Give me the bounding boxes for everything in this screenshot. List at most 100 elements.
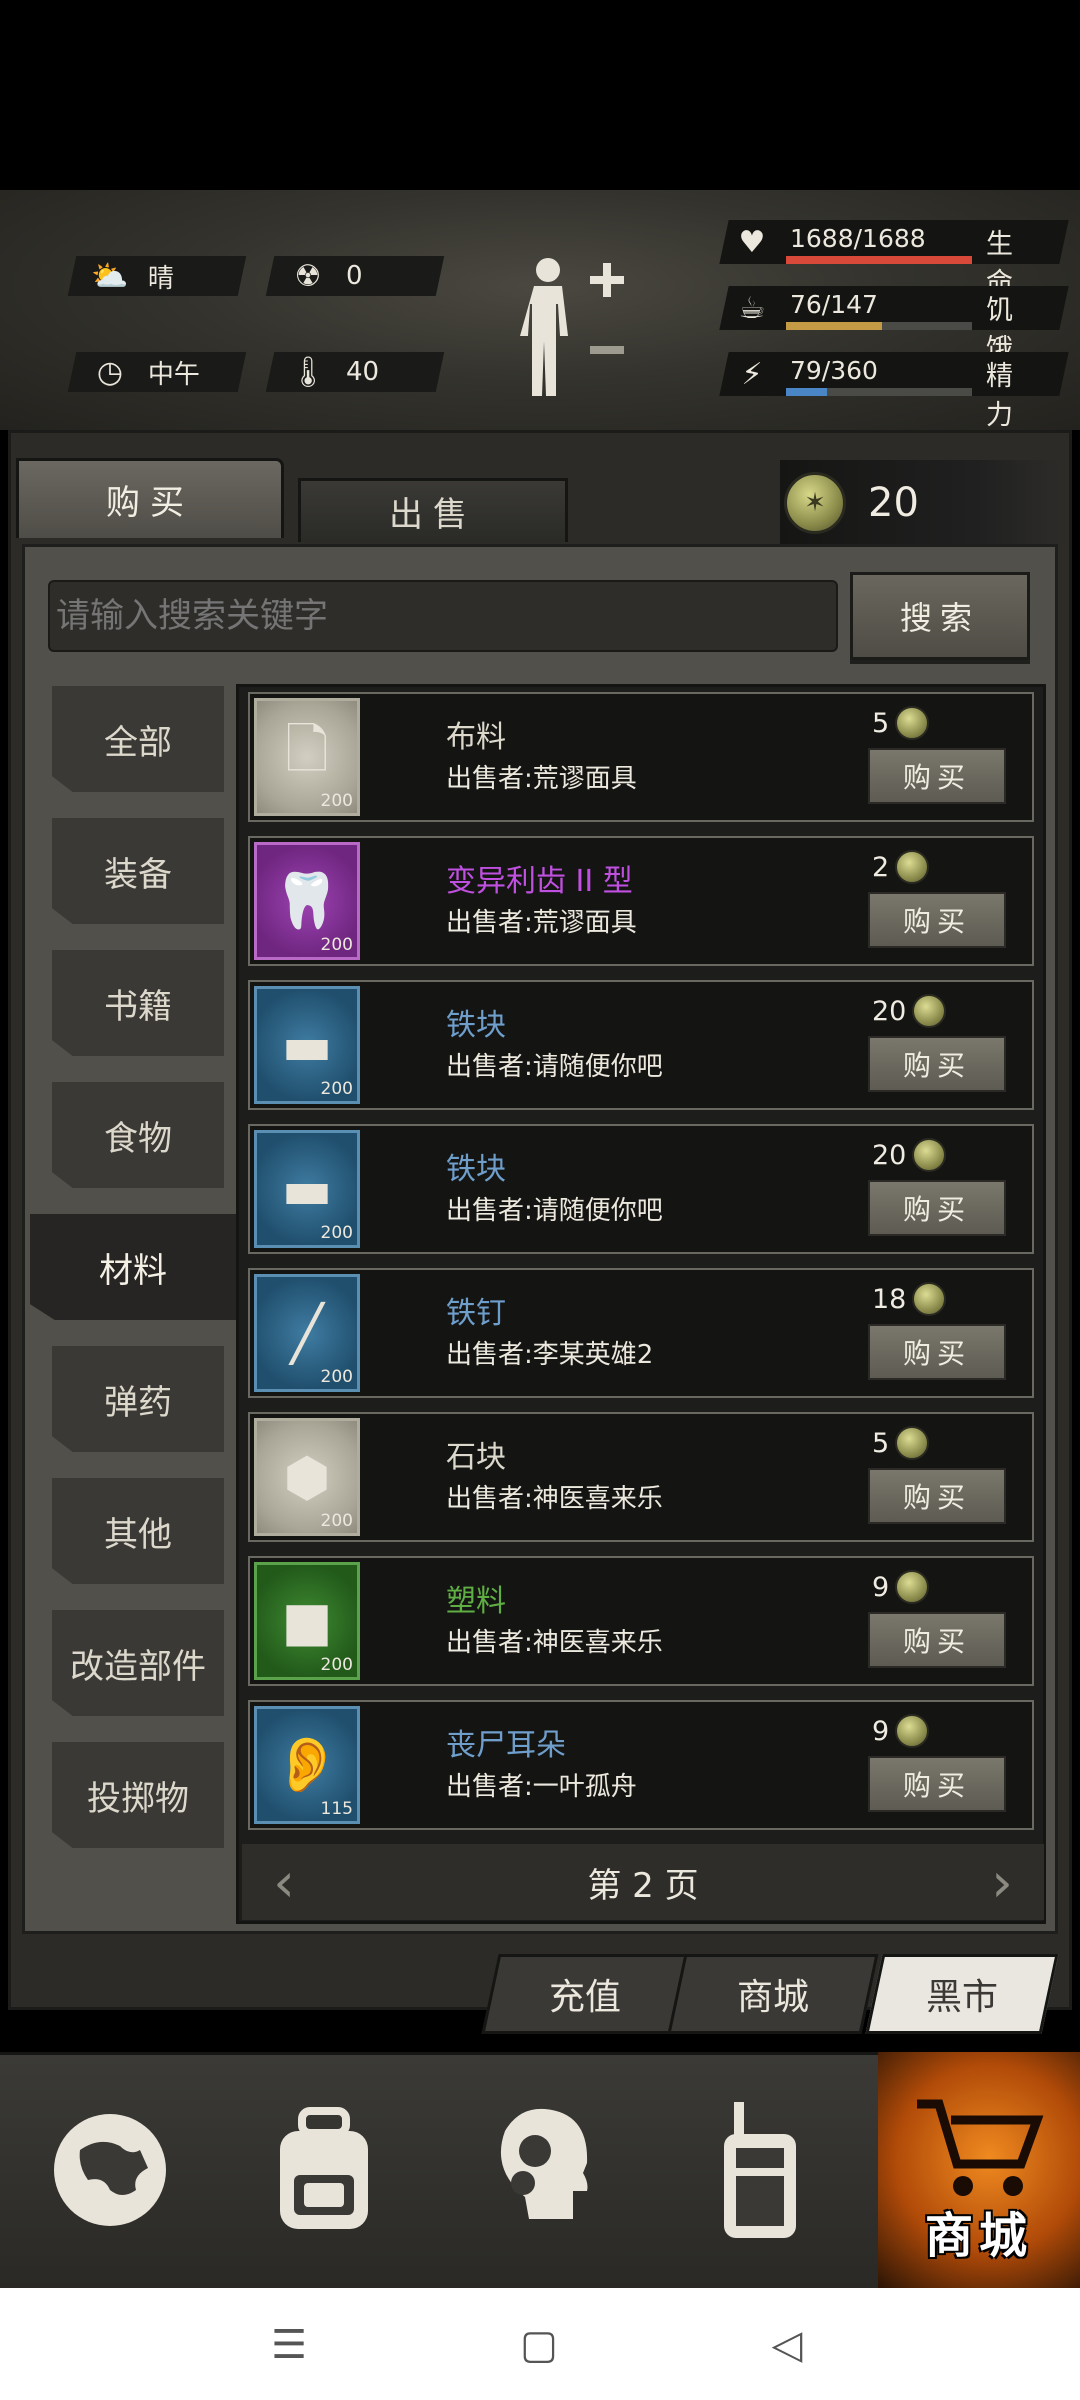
coin-icon <box>895 850 930 884</box>
search-input[interactable] <box>48 580 838 652</box>
heart-icon: ♥ <box>738 224 766 260</box>
item-seller: 出售者:请随便你吧 <box>446 1196 663 1226</box>
hunger-bar <box>786 322 972 330</box>
item-seller: 出售者:请随便你吧 <box>446 1052 663 1082</box>
energy-bar <box>786 388 972 396</box>
iron-nail-icon[interactable]: ╱ 200 <box>254 1274 360 1392</box>
radiation-stat: ☢ 0 <box>265 256 445 296</box>
iron-ingot-icon[interactable]: ▬ 200 <box>254 986 360 1104</box>
item-price: 5 <box>872 1426 930 1460</box>
energy-value: 79/360 <box>790 356 878 385</box>
item-price: 20 <box>872 994 947 1028</box>
item-name: 布料 <box>446 720 506 755</box>
coin-icon <box>895 1426 930 1460</box>
item-quantity: 200 <box>320 1223 353 1243</box>
cloth-icon[interactable]: 🗋 200 <box>254 698 360 816</box>
back-triangle-icon[interactable]: ◁ <box>762 2320 812 2370</box>
mutant-fang-icon[interactable]: 🦷 200 <box>254 842 360 960</box>
nav-shop[interactable]: 商城 <box>878 2052 1080 2288</box>
item-name: 石块 <box>446 1440 506 1475</box>
nav-shop-label: 商城 <box>924 2208 1033 2264</box>
iron-ingot-icon[interactable]: ▬ 200 <box>254 1130 360 1248</box>
chevron-right-icon[interactable]: › <box>982 1851 1022 1914</box>
status-bar-area <box>0 0 1080 190</box>
menu-icon[interactable]: ☰ <box>264 2320 314 2370</box>
buy-button[interactable]: 购买 <box>868 748 1006 804</box>
buy-button[interactable]: 购买 <box>868 1036 1006 1092</box>
home-square-icon[interactable]: ▢ <box>514 2320 564 2370</box>
bottle-cap-coin-icon: ✶ <box>784 472 846 534</box>
cloud-sun-icon: ⛅ <box>91 258 129 294</box>
item-seller: 出售者:荒谬面具 <box>446 908 637 938</box>
item-price: 2 <box>872 850 930 884</box>
item-seller: 出售者:一叶孤舟 <box>446 1772 637 1802</box>
coin-icon <box>895 1570 930 1604</box>
buy-button[interactable]: 购买 <box>868 1756 1006 1812</box>
stone-icon[interactable]: ⬢ 200 <box>254 1418 360 1536</box>
tab-buy[interactable]: 购买 <box>16 458 284 538</box>
hunger-value: 76/147 <box>790 290 878 319</box>
item-name: 铁块 <box>446 1008 506 1043</box>
item-seller: 出售者:荒谬面具 <box>446 764 637 794</box>
walkie-talkie-icon <box>724 2102 796 2238</box>
price-value: 5 <box>872 1427 890 1459</box>
page-indicator: 第 2 页 <box>587 1866 699 1906</box>
category-throwables[interactable]: 投掷物 <box>52 1742 224 1848</box>
item-price: 9 <box>872 1570 930 1604</box>
item-quantity: 200 <box>320 1655 353 1675</box>
item-quantity: 200 <box>320 791 353 811</box>
nav-radio[interactable] <box>670 2052 850 2288</box>
zombie-ear-icon[interactable]: 👂 115 <box>254 1706 360 1824</box>
category-equipment[interactable]: 装备 <box>52 818 224 924</box>
buy-button[interactable]: 购买 <box>868 1612 1006 1668</box>
category-materials[interactable]: 材料 <box>30 1214 236 1320</box>
energy-label: 精力 <box>986 361 1013 431</box>
energy-head-icon: ⚡ <box>741 356 763 392</box>
item-quantity: 200 <box>320 1511 353 1531</box>
search-button[interactable]: 搜索 <box>850 572 1030 660</box>
tab-black-market-label: 黑市 <box>925 1977 998 2018</box>
item-quantity: 200 <box>320 935 353 955</box>
tab-store[interactable]: 商城 <box>667 1954 879 2034</box>
tab-black-market[interactable]: 黑市 <box>865 1954 1059 2034</box>
currency-display: ✶ 20 <box>780 460 1060 546</box>
coin-icon <box>895 706 930 740</box>
nav-skills[interactable] <box>450 2052 630 2288</box>
buy-button[interactable]: 购买 <box>868 892 1006 948</box>
health-value: 1688/1688 <box>790 224 926 253</box>
buy-button[interactable]: 购买 <box>868 1468 1006 1524</box>
category-other[interactable]: 其他 <box>52 1478 224 1584</box>
tab-sell[interactable]: 出售 <box>298 478 568 542</box>
tab-recharge[interactable]: 充值 <box>481 1954 689 2034</box>
category-ammo[interactable]: 弹药 <box>52 1346 224 1452</box>
price-value: 20 <box>872 995 907 1027</box>
radiation-icon: ☢ <box>294 258 322 294</box>
item-quantity: 115 <box>320 1799 353 1819</box>
item-seller: 出售者:神医喜来乐 <box>446 1628 663 1658</box>
price-value: 2 <box>872 851 890 883</box>
nav-backpack[interactable] <box>234 2052 414 2288</box>
buy-button[interactable]: 购买 <box>868 1324 1006 1380</box>
category-food[interactable]: 食物 <box>52 1082 224 1188</box>
head-gears-icon <box>500 2108 588 2219</box>
temperature-value: 40 <box>346 357 380 387</box>
category-books[interactable]: 书籍 <box>52 950 224 1056</box>
plastic-icon[interactable]: ■ 200 <box>254 1562 360 1680</box>
list-item: ⬢ 200 石块 出售者:神医喜来乐 5 购买 <box>248 1412 1034 1542</box>
item-quantity: 200 <box>320 1367 353 1387</box>
list-item: 🗋 200 布料 出售者:荒谬面具 5 购买 <box>248 692 1034 822</box>
buy-button[interactable]: 购买 <box>868 1180 1006 1236</box>
price-value: 18 <box>872 1283 907 1315</box>
price-value: 20 <box>872 1139 907 1171</box>
item-name: 变异利齿 II 型 <box>446 864 633 899</box>
item-price: 18 <box>872 1282 947 1316</box>
category-all[interactable]: 全部 <box>52 686 224 792</box>
category-mod-parts[interactable]: 改造部件 <box>52 1610 224 1716</box>
price-value: 9 <box>872 1715 890 1747</box>
thermometer-icon: 🌡 <box>288 354 328 390</box>
tab-recharge-label: 充值 <box>548 1977 621 2018</box>
item-seller: 出售者:神医喜来乐 <box>446 1484 663 1514</box>
price-value: 9 <box>872 1571 890 1603</box>
nav-map[interactable] <box>20 2052 200 2288</box>
body-status-icon[interactable] <box>520 250 630 400</box>
